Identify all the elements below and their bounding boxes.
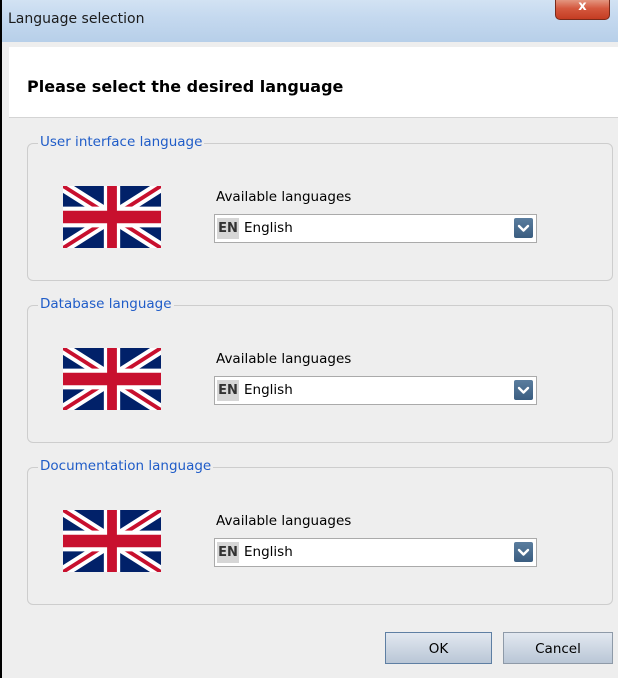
selected-language: English	[244, 544, 293, 560]
ok-button-label: OK	[428, 641, 449, 657]
dropdown-button[interactable]	[514, 218, 533, 238]
cancel-button[interactable]: Cancel	[503, 632, 613, 664]
title-bar: Language selection x	[2, 0, 618, 42]
close-button[interactable]: x	[555, 0, 610, 20]
chevron-down-icon	[517, 548, 530, 556]
user-interface-language-select[interactable]: EN English	[214, 214, 537, 243]
documentation-language-select[interactable]: EN English	[214, 538, 537, 567]
uk-flag-icon	[63, 510, 161, 572]
group-legend: User interface language	[38, 134, 205, 150]
chevron-down-icon	[517, 224, 530, 232]
uk-flag-icon	[63, 186, 161, 248]
dropdown-button[interactable]	[514, 542, 533, 562]
ok-button[interactable]: OK	[385, 632, 492, 664]
selected-language: English	[244, 220, 293, 236]
database-language-group: Database language Available languages EN…	[27, 296, 613, 443]
available-languages-label: Available languages	[216, 351, 352, 367]
cancel-button-label: Cancel	[535, 641, 581, 657]
user-interface-language-group: User interface language Available langua…	[27, 134, 613, 281]
chevron-down-icon	[517, 386, 530, 394]
dialog-heading: Please select the desired language	[27, 77, 344, 96]
language-code-badge: EN	[217, 542, 239, 563]
group-legend: Documentation language	[38, 458, 214, 474]
language-code-badge: EN	[217, 218, 239, 239]
available-languages-label: Available languages	[216, 513, 352, 529]
header-panel: Please select the desired language	[9, 47, 618, 118]
language-selection-dialog: Language selection x Please select the d…	[2, 0, 618, 678]
selected-language: English	[244, 382, 293, 398]
language-code-badge: EN	[217, 380, 239, 401]
group-legend: Database language	[38, 296, 174, 312]
dropdown-button[interactable]	[514, 380, 533, 400]
window-title: Language selection	[8, 11, 145, 27]
close-icon: x	[578, 0, 587, 14]
database-language-select[interactable]: EN English	[214, 376, 537, 405]
documentation-language-group: Documentation language Available languag…	[27, 458, 613, 605]
available-languages-label: Available languages	[216, 189, 352, 205]
uk-flag-icon	[63, 348, 161, 410]
